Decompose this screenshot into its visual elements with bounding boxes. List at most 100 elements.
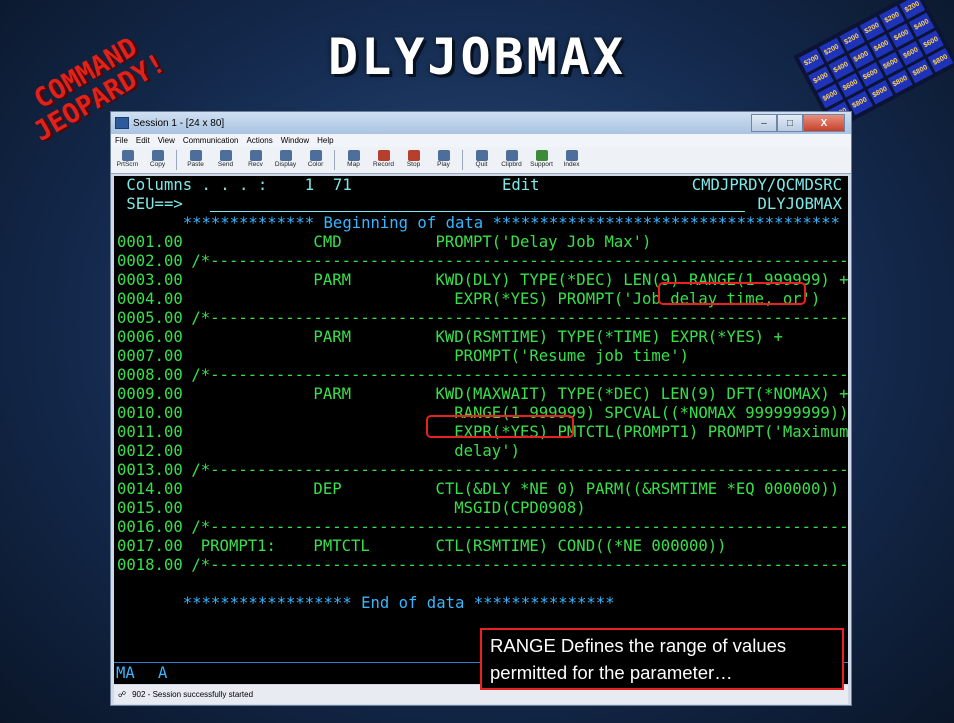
- window-titlebar[interactable]: Session 1 - [24 x 80] – □ X: [111, 112, 851, 134]
- source-line[interactable]: DEP CTL(&DLY *NE 0) PARM((&RSMTIME *EQ 0…: [182, 480, 848, 499]
- sequence-number[interactable]: 0016.00: [117, 518, 183, 537]
- menu-bar: File Edit View Communication Actions Window He…: [111, 134, 851, 147]
- menu-item-file[interactable]: File: [115, 136, 128, 145]
- toolbar-button-label: Record: [373, 161, 394, 168]
- session-app-icon: [115, 117, 129, 129]
- source-line[interactable]: PARM KWD(RSMTIME) TYPE(*TIME) EXPR(*YES)…: [182, 328, 782, 347]
- menu-item-help[interactable]: Help: [317, 136, 333, 145]
- source-line[interactable]: /*--------------------------------------…: [182, 309, 848, 328]
- toolbar-button-quit[interactable]: Quit: [468, 148, 495, 172]
- toolbar-button-stop[interactable]: Stop: [400, 148, 427, 172]
- toolbar-button-label: Stop: [406, 161, 421, 168]
- sequence-number[interactable]: 0015.00: [117, 499, 183, 518]
- toolbar-button-recv[interactable]: Recv: [242, 148, 269, 172]
- source-file-name: CMDJPRDY/QCMDSRC: [691, 176, 842, 194]
- menu-item-edit[interactable]: Edit: [136, 136, 150, 145]
- toolbar-button-label: Support: [530, 161, 553, 168]
- color-icon: [309, 150, 322, 161]
- seu-command-prompt: SEU==>: [117, 195, 183, 213]
- close-button[interactable]: X: [803, 114, 845, 132]
- toolbar-button-map[interactable]: Map: [340, 148, 367, 172]
- paste-icon: [189, 150, 202, 161]
- source-line[interactable]: /*--------------------------------------…: [182, 461, 848, 480]
- toolbar-button-label: Quit: [475, 161, 488, 168]
- sequence-number[interactable]: 0014.00: [117, 480, 183, 499]
- maximize-button[interactable]: □: [777, 114, 803, 132]
- sequence-number[interactable]: 0011.00: [117, 423, 183, 442]
- map-icon: [347, 150, 360, 161]
- source-line[interactable]: delay'): [182, 442, 520, 461]
- range-explanation-callout: RANGE Defines the range of values permit…: [480, 628, 844, 690]
- callout-line-2: permitted for the parameter…: [490, 662, 733, 683]
- sequence-number[interactable]: 0004.00: [117, 290, 183, 309]
- sequence-number[interactable]: 0012.00: [117, 442, 183, 461]
- record-icon: [377, 150, 390, 161]
- toolbar-button-label: Copy: [149, 161, 166, 168]
- toolbar-button-send[interactable]: Send: [212, 148, 239, 172]
- source-line[interactable]: PROMPT1: PMTCTL CTL(RSMTIME) COND((*NE 0…: [182, 537, 727, 556]
- menu-item-actions[interactable]: Actions: [246, 136, 272, 145]
- sequence-number[interactable]: 0006.00: [117, 328, 183, 347]
- stop-icon: [407, 150, 420, 161]
- sequence-number[interactable]: 0007.00: [117, 347, 183, 366]
- sequence-number[interactable]: 0010.00: [117, 404, 183, 423]
- toolbar-button-record[interactable]: Record: [370, 148, 397, 172]
- sequence-number[interactable]: 0013.00: [117, 461, 183, 480]
- toolbar-button-copy[interactable]: Copy: [144, 148, 171, 172]
- source-line[interactable]: MSGID(CPD0908): [182, 499, 585, 518]
- minimize-button[interactable]: –: [751, 114, 777, 132]
- quit-icon: [475, 150, 488, 161]
- toolbar-button-index[interactable]: Index: [558, 148, 585, 172]
- toolbar-button-display[interactable]: Display: [272, 148, 299, 172]
- index-icon: [565, 150, 578, 161]
- menu-item-window[interactable]: Window: [281, 136, 309, 145]
- toolbar-button-play[interactable]: Play: [430, 148, 457, 172]
- sequence-number[interactable]: 0005.00: [117, 309, 183, 328]
- toolbar-button-color[interactable]: Color: [302, 148, 329, 172]
- display-icon: [279, 150, 292, 161]
- range-highlight-1: [658, 282, 806, 305]
- status-text: 902 - Session successfully started: [132, 690, 254, 699]
- source-line[interactable]: PROMPT('Resume job time'): [182, 347, 689, 366]
- source-line[interactable]: /*--------------------------------------…: [182, 252, 848, 271]
- source-line[interactable]: PARM KWD(MAXWAIT) TYPE(*DEC) LEN(9) DFT(…: [182, 385, 848, 404]
- source-line[interactable]: /*--------------------------------------…: [182, 366, 848, 385]
- toolbar-button-label: Paste: [187, 161, 204, 168]
- range-highlight-2: [426, 415, 574, 438]
- toolbar-button-label: Clipbrd: [501, 161, 522, 168]
- toolbar-button-clipbrd[interactable]: Clipbrd: [498, 148, 525, 172]
- oia-status-a: A: [158, 664, 168, 682]
- member-name: DLYJOBMAX: [757, 195, 843, 213]
- toolbar-button-paste[interactable]: Paste: [182, 148, 209, 172]
- toolbar-button-label: Map: [347, 161, 360, 168]
- sequence-number[interactable]: 0008.00: [117, 366, 183, 385]
- sequence-number[interactable]: 0017.00: [117, 537, 183, 556]
- seu-command-input[interactable]: [210, 211, 745, 212]
- oia-status-ma: MA: [116, 664, 135, 682]
- sequence-number[interactable]: 0009.00: [117, 385, 183, 404]
- toolbar-button-prtscrn[interactable]: PrtScrn: [114, 148, 141, 172]
- terminal-screen[interactable]: Columns . . . : 1 71 Edit CMDJPRDY/QCMDS…: [114, 176, 848, 684]
- source-line[interactable]: CMD PROMPT('Delay Job Max'): [182, 233, 651, 252]
- menu-item-view[interactable]: View: [158, 136, 175, 145]
- toolbar-button-label: Play: [437, 161, 450, 168]
- toolbar-button-label: Color: [307, 161, 324, 168]
- toolbar-separator: [334, 150, 335, 170]
- print-screen-icon: [121, 150, 134, 161]
- toolbar-button-label: Index: [563, 161, 580, 168]
- menu-item-communication[interactable]: Communication: [183, 136, 239, 145]
- terminal-window: Session 1 - [24 x 80] – □ X File Edit View…: [110, 111, 852, 706]
- window-title: Session 1 - [24 x 80]: [133, 117, 225, 129]
- toolbar-separator: [462, 150, 463, 170]
- sequence-number[interactable]: 0018.00: [117, 556, 183, 575]
- sequence-number[interactable]: 0002.00: [117, 252, 183, 271]
- toolbar-button-support[interactable]: Support: [528, 148, 555, 172]
- source-line[interactable]: /*--------------------------------------…: [182, 518, 848, 537]
- support-icon: [535, 150, 548, 161]
- play-icon: [437, 150, 450, 161]
- toolbar-separator: [176, 150, 177, 170]
- sequence-number[interactable]: 0001.00: [117, 233, 183, 252]
- beginning-of-data-banner: ************** Beginning of data *******…: [117, 214, 840, 232]
- sequence-number[interactable]: 0003.00: [117, 271, 183, 290]
- source-line[interactable]: /*--------------------------------------…: [182, 556, 848, 575]
